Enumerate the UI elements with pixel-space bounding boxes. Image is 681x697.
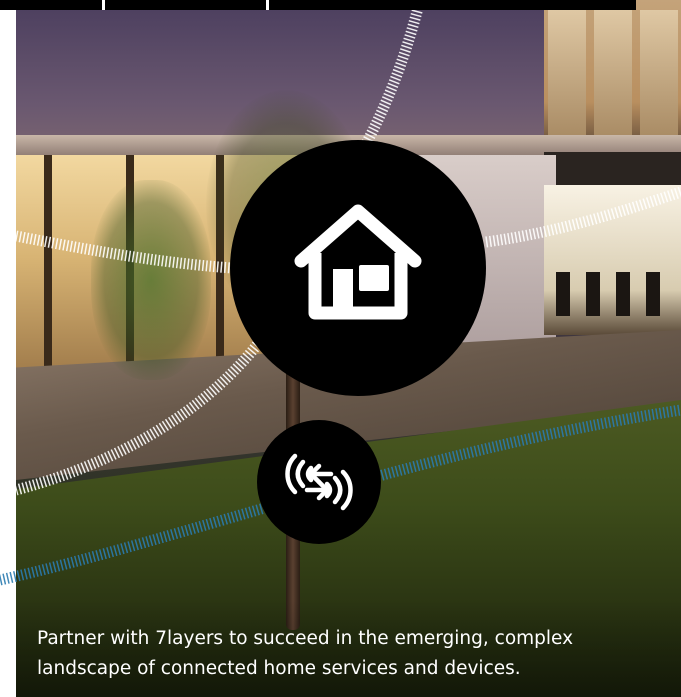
nav-separator [102, 0, 105, 10]
nfc-circle-badge[interactable] [257, 420, 381, 544]
dashed-line-arc [14, 326, 273, 496]
nav-separator [266, 0, 269, 10]
top-nav-strip [0, 0, 636, 10]
nfc-exchange-icon [285, 453, 353, 511]
home-icon [294, 204, 422, 320]
hero-caption: Partner with 7layers to succeed in the e… [37, 628, 574, 679]
dashed-line-top [355, 0, 426, 158]
dashed-line-right [485, 186, 681, 248]
dashed-line-left [14, 230, 233, 274]
home-circle-badge[interactable] [230, 140, 486, 396]
